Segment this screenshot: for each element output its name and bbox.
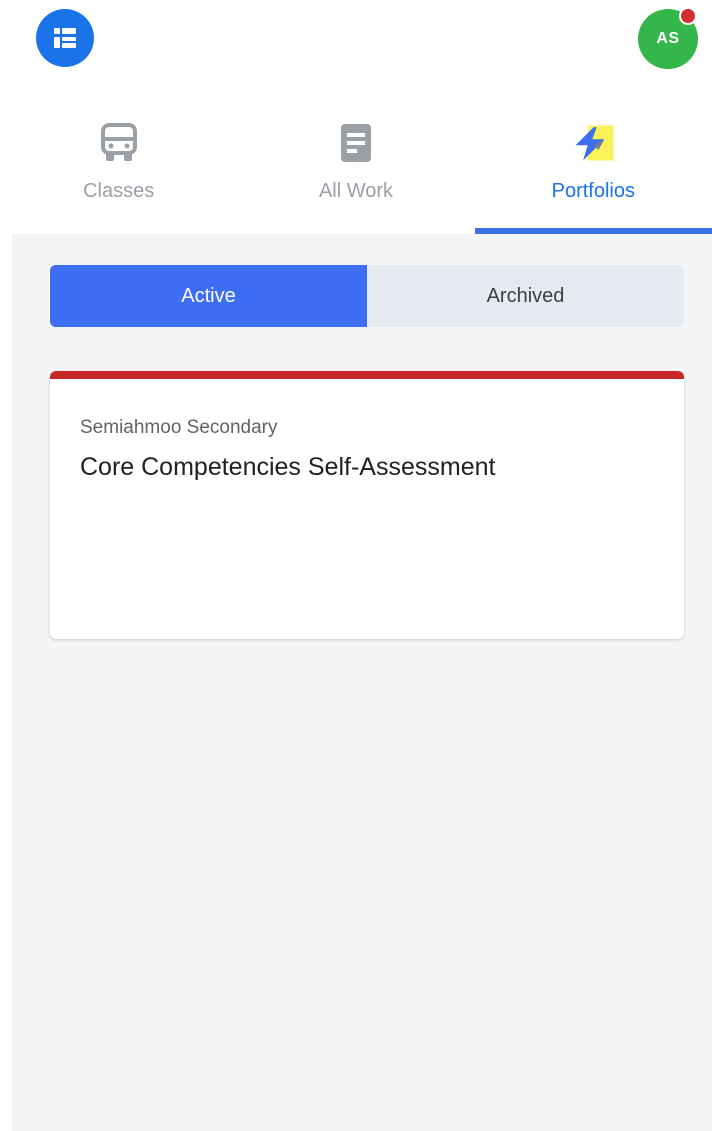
- portfolio-school: Semiahmoo Secondary: [80, 417, 278, 438]
- portfolio-title: Core Competencies Self-Assessment: [80, 453, 496, 481]
- tab-all-work[interactable]: All Work: [237, 100, 474, 234]
- tab-portfolios[interactable]: Portfolios: [474, 100, 712, 234]
- status-filter-toggle: Active Archived: [50, 265, 684, 327]
- user-avatar-button[interactable]: AS: [638, 7, 698, 69]
- list-logo-icon: [54, 28, 76, 48]
- document-icon: [340, 124, 371, 162]
- bus-icon: [100, 123, 137, 161]
- portfolio-card[interactable]: Semiahmoo Secondary Core Competencies Se…: [50, 371, 684, 639]
- app-screen: AS Classes All Work Portfolios Active Ar…: [0, 0, 712, 1131]
- app-logo-button[interactable]: [36, 9, 94, 67]
- avatar-initials: AS: [656, 30, 680, 47]
- lightning-icon: [575, 125, 614, 161]
- card-accent-bar: [50, 371, 684, 379]
- portfolios-content: Active Archived Semiahmoo Secondary Core…: [12, 234, 712, 1131]
- active-filter-button[interactable]: Active: [50, 265, 367, 327]
- main-tabs: Classes All Work Portfolios: [0, 100, 712, 234]
- tab-classes-label: Classes: [83, 180, 155, 202]
- tab-classes[interactable]: Classes: [0, 100, 237, 234]
- notification-dot: [679, 7, 697, 25]
- tab-all-work-label: All Work: [318, 180, 394, 202]
- tab-portfolios-label: Portfolios: [551, 180, 635, 202]
- archived-filter-button[interactable]: Archived: [367, 265, 684, 327]
- top-app-bar: AS: [0, 0, 712, 80]
